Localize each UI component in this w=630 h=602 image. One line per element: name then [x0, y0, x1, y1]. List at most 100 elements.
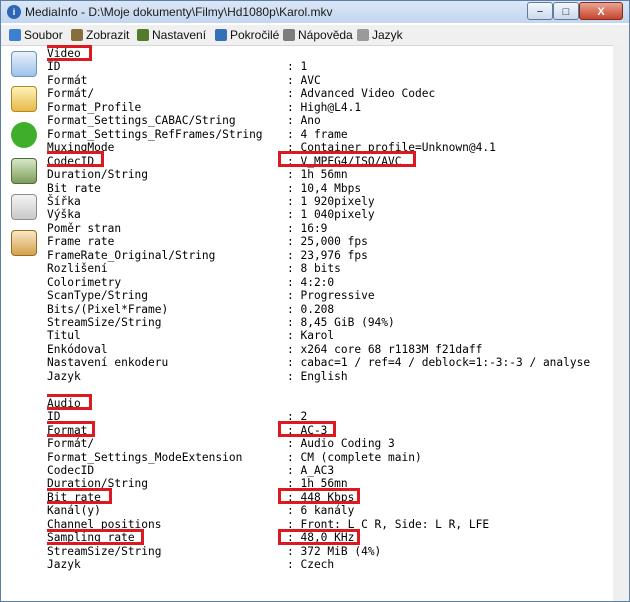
field-value: : 4 frame: [287, 127, 348, 141]
field-name: Formát: [47, 73, 88, 87]
field-value: : 1 920pixely: [287, 194, 375, 208]
field-name: Jazyk: [47, 558, 81, 572]
field-name: Nastavení enkoderu: [47, 356, 169, 370]
field-name: Format_Settings_RefFrames/String: [47, 127, 263, 141]
audio-format-key-highlight: [47, 421, 95, 437]
forward-arrow-icon[interactable]: [11, 122, 37, 148]
field-value: : 0.208: [287, 302, 335, 316]
field-value: : Karol: [287, 329, 335, 343]
field-value: : AVC: [287, 73, 321, 87]
field-name: StreamSize/String: [47, 316, 162, 329]
field-name: Šířka: [47, 194, 81, 208]
donate-icon[interactable]: [11, 230, 37, 256]
field-name: Format_Settings_CABAC/String: [47, 114, 236, 128]
toolbar-sidebar: [1, 46, 41, 601]
menu-item-1[interactable]: Zobrazit: [71, 28, 129, 42]
field-name: CodecID: [47, 463, 95, 477]
field-name: ID: [47, 60, 61, 74]
close-button[interactable]: X: [579, 2, 623, 20]
field-name: Formát/: [47, 437, 95, 451]
field-value: : 372 MiB (4%): [287, 544, 382, 558]
field-name: Colorimetry: [47, 275, 122, 289]
window-title: MediaInfo - D:\Moje dokumenty\Filmy\Hd10…: [25, 5, 333, 19]
field-name: Format_Settings_ModeExtension: [47, 450, 243, 464]
field-value: : Ano: [287, 114, 321, 128]
field-value: : 1h 56mn: [287, 168, 348, 182]
field-name: Kanál(y): [47, 504, 101, 518]
export-icon[interactable]: [11, 158, 37, 184]
bitrate-key-highlight: [47, 488, 112, 504]
menu-item-3[interactable]: Pokročilé: [215, 28, 279, 42]
menu-item-label: Zobrazit: [86, 28, 130, 42]
field-value: : Audio Coding 3: [287, 437, 395, 451]
codecid-value-highlight: [278, 151, 416, 167]
field-name: Jazyk: [47, 369, 81, 383]
field-value: : 4:2:0: [287, 275, 335, 289]
audio-header-highlight: [47, 394, 92, 410]
field-name: Duration/String: [47, 168, 149, 182]
audio-format-value-highlight: [278, 421, 336, 437]
mediainfo-app-icon: i: [7, 5, 21, 19]
field-value: : CM (complete main): [287, 450, 422, 464]
field-value: : Czech: [287, 558, 335, 572]
menu-item-2[interactable]: Nastavení: [137, 28, 206, 42]
field-value: : 8 bits: [287, 262, 341, 276]
menu-item-label: Soubor: [24, 28, 63, 42]
field-name: Bit rate: [47, 181, 101, 195]
settings-icon: [137, 29, 149, 41]
field-value: : 8,45 GiB (94%): [287, 316, 395, 329]
open-folder-icon[interactable]: [11, 86, 37, 112]
field-value: : cabac=1 / ref=4 / deblock=1:-3:-3 / an…: [287, 356, 591, 370]
mediainfo-window: i MediaInfo - D:\Moje dokumenty\Filmy\Hd…: [0, 0, 630, 602]
bitrate-value-highlight: [278, 488, 360, 504]
menu-item-label: Nastavení: [152, 28, 207, 42]
menu-bar: Soubor Zobrazit Nastavení Pokročilé Nápověda…: [1, 25, 629, 46]
sampling-rate-key-highlight: [47, 529, 144, 545]
video-header-highlight: [47, 45, 92, 61]
field-value: : A_AC3: [287, 463, 335, 477]
folder-icon: [9, 29, 21, 41]
field-value: : 23,976 fps: [287, 248, 368, 262]
info-text-area[interactable]: Video ID: 1 Formát: AVC Formát/: Advanced V…: [47, 45, 617, 601]
field-value: : 1 040pixely: [287, 208, 375, 222]
menu-item-0[interactable]: Soubor: [9, 28, 63, 42]
language-icon: [357, 29, 369, 41]
menu-item-4[interactable]: Nápověda: [283, 28, 353, 42]
vertical-scrollbar[interactable]: [613, 45, 629, 601]
field-value: : x264 core 68 r1183M f21daff: [287, 342, 483, 356]
field-name: FrameRate_Original/String: [47, 248, 216, 262]
advanced-icon: [215, 29, 227, 41]
field-value: : Advanced Video Codec: [287, 87, 436, 101]
field-value: : 10,4 Mbps: [287, 181, 362, 195]
field-name: Poměr stran: [47, 221, 122, 235]
field-name: Rozlišení: [47, 262, 108, 276]
field-name: Enkódoval: [47, 342, 108, 356]
codecid-key-highlight: [47, 151, 104, 167]
field-value: : English: [287, 369, 348, 383]
field-value: : High@L4.1: [287, 100, 362, 114]
view-icon: [71, 29, 83, 41]
field-value: : 16:9: [287, 221, 328, 235]
field-name: Frame rate: [47, 235, 115, 249]
minimize-button[interactable]: −: [527, 2, 553, 20]
field-name: StreamSize/String: [47, 544, 162, 558]
field-name: Formát/: [47, 87, 95, 101]
open-file-icon[interactable]: [11, 51, 37, 77]
field-value: : Progressive: [287, 289, 375, 303]
menu-item-label: Nápověda: [298, 28, 353, 42]
field-name: Titul: [47, 329, 81, 343]
field-value: : 6 kanály: [287, 504, 355, 518]
field-name: Format_Profile: [47, 100, 142, 114]
field-name: ScanType/String: [47, 289, 149, 303]
sampling-rate-value-highlight: [278, 529, 360, 545]
maximize-button[interactable]: □: [553, 2, 579, 20]
title-bar[interactable]: i MediaInfo - D:\Moje dokumenty\Filmy\Hd…: [1, 1, 629, 23]
menu-item-5[interactable]: Jazyk: [357, 28, 403, 42]
field-value: : 1: [287, 60, 308, 74]
help-icon: [283, 29, 295, 41]
menu-item-label: Jazyk: [372, 28, 403, 42]
field-value: : 25,000 fps: [287, 235, 368, 249]
field-name: Bits/(Pixel*Frame): [47, 302, 169, 316]
email-icon[interactable]: [11, 194, 37, 220]
field-name: Výška: [47, 208, 81, 222]
